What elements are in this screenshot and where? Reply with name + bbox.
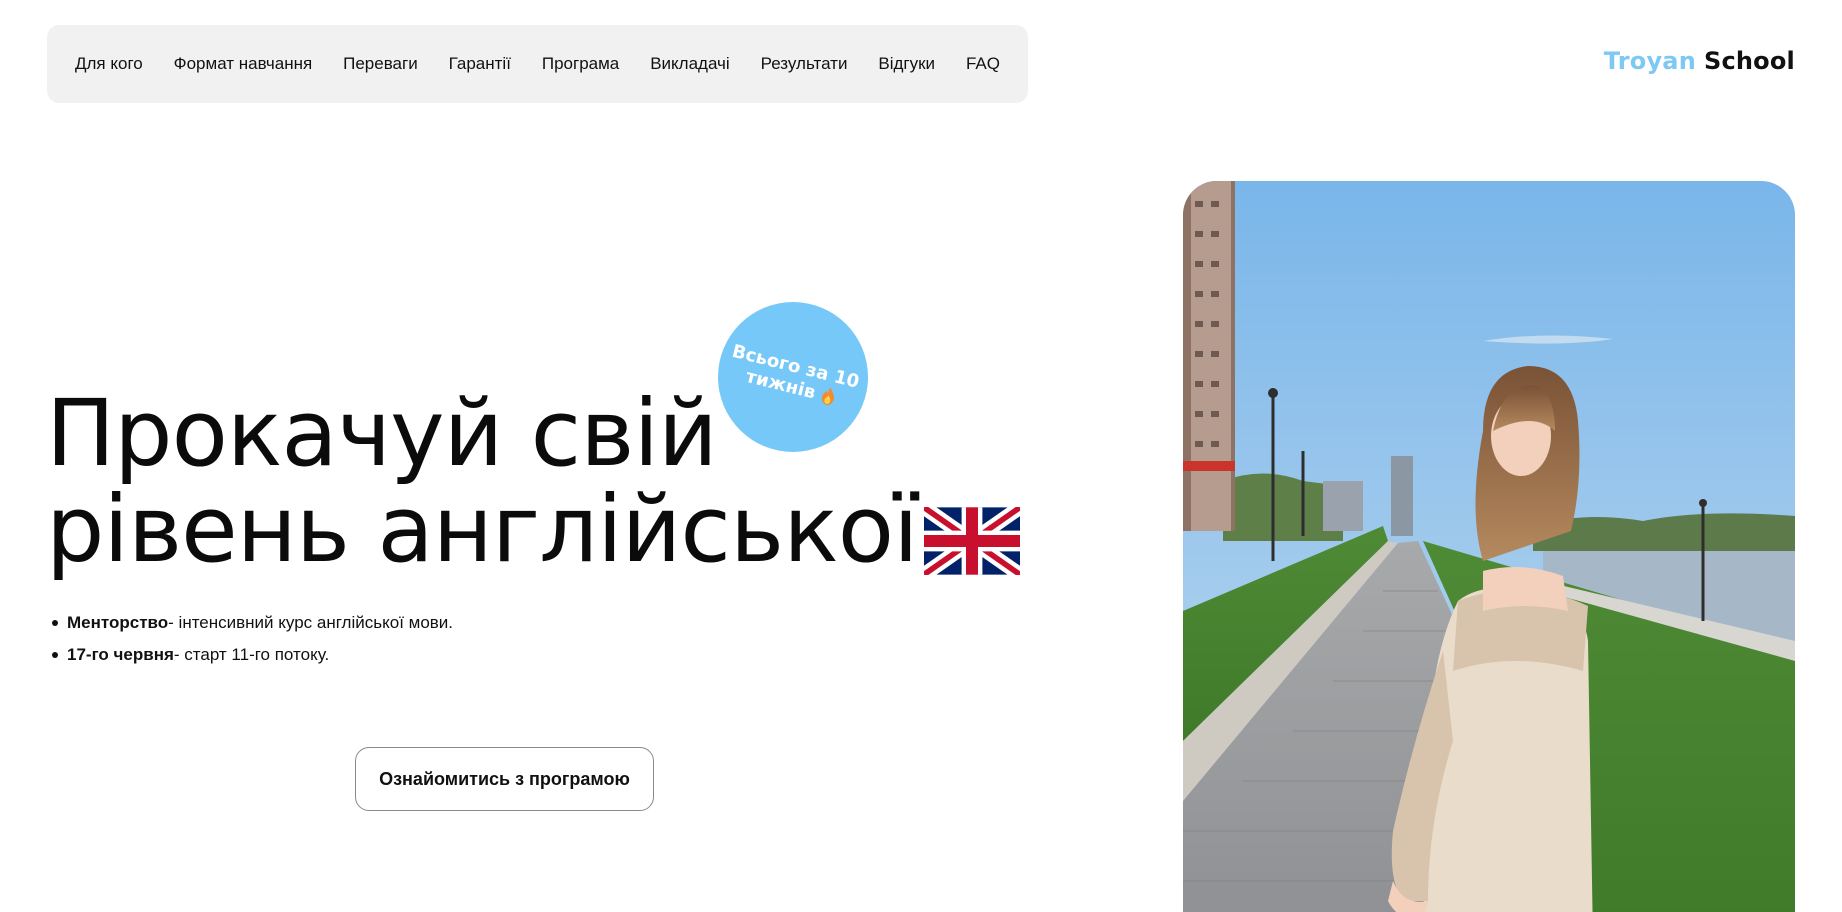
- duration-badge: Всього за 10 тижнів: [718, 302, 868, 452]
- hero-title-line-2-text: рівень англійської: [46, 476, 919, 583]
- nav-item-faq[interactable]: FAQ: [966, 54, 1000, 74]
- nav-item-teachers[interactable]: Викладачі: [650, 54, 729, 74]
- logo-part-troyan: Troyan: [1603, 47, 1696, 75]
- bullet-dot: [52, 620, 58, 626]
- view-program-button[interactable]: Ознайомитись з програмою: [355, 747, 654, 811]
- list-item: Менторство - інтенсивний курс англійсько…: [52, 607, 453, 639]
- hero-photo: [1183, 181, 1795, 912]
- nav-item-program[interactable]: Програма: [542, 54, 619, 74]
- nav-item-guarantees[interactable]: Гарантії: [449, 54, 511, 74]
- uk-flag-icon: [919, 496, 1024, 581]
- list-item: 17-го червня - старт 11-го потоку.: [52, 639, 453, 671]
- bullet-bold: 17-го червня: [67, 645, 174, 664]
- nav-item-advantages[interactable]: Переваги: [343, 54, 418, 74]
- bullet-text: - інтенсивний курс англійської мови.: [168, 613, 454, 632]
- nav-item-format[interactable]: Формат навчання: [174, 54, 313, 74]
- hero-title-line-2: рівень англійської: [46, 482, 1024, 581]
- nav-item-reviews[interactable]: Відгуки: [878, 54, 935, 74]
- hero-title-line-1: Прокачуй свій: [46, 380, 718, 487]
- bullet-dot: [52, 652, 58, 658]
- logo-part-school: School: [1703, 47, 1795, 75]
- hero-title: Прокачуй свій рівень англійської: [46, 380, 1024, 581]
- badge-text: Всього за 10 тижнів: [725, 341, 861, 413]
- fire-icon: [819, 386, 837, 407]
- bullet-bold: Менторство: [67, 613, 169, 632]
- top-nav: Для кого Формат навчання Переваги Гарант…: [47, 25, 1028, 103]
- feature-list: Менторство - інтенсивний курс англійсько…: [52, 607, 453, 671]
- nav-item-for-whom[interactable]: Для кого: [75, 54, 143, 74]
- site-logo[interactable]: Troyan School: [1604, 47, 1795, 75]
- nav-item-results[interactable]: Результати: [761, 54, 848, 74]
- bullet-text: - старт 11-го потоку.: [173, 645, 330, 664]
